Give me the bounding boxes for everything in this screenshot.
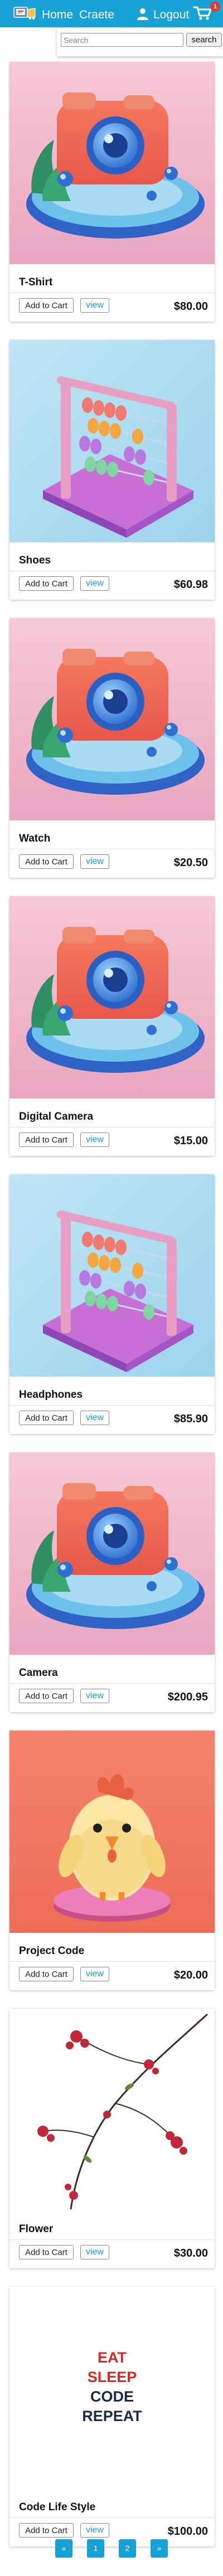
view-button[interactable]: view [80,1411,109,1425]
poster-line-1: EAT [98,2349,127,2366]
product-price: $15.00 [173,1135,208,1147]
nav-logout-link[interactable]: Logout [153,9,189,21]
cart-count-badge: 1 [210,2,220,12]
view-button[interactable]: view [80,2245,109,2259]
camera-illustration [9,1452,215,1655]
product-card: EAT SLEEP CODE REPEAT Code Life Style Ad… [9,2287,215,2546]
product-card: Digital Camera Add to Cart view $15.00 [9,896,215,1156]
add-to-cart-button[interactable]: Add to Cart [19,1133,74,1147]
product-title: Code Life Style [19,2501,96,2513]
add-to-cart-button[interactable]: Add to Cart [19,854,74,869]
product-title: Project Code [19,1945,85,1957]
product-price: $80.00 [173,300,208,313]
camera-illustration [9,896,215,1099]
camera-illustration [9,618,215,820]
view-button[interactable]: view [80,2523,109,2538]
add-to-cart-button[interactable]: Add to Cart [19,298,74,313]
view-button[interactable]: view [80,1689,109,1703]
add-to-cart-button[interactable]: Add to Cart [19,1689,74,1703]
product-price: $30.00 [173,2247,208,2259]
card-divider [9,1683,215,1684]
flower-branch-illustration [9,2009,215,2211]
product-price: $200.95 [167,1691,208,1703]
search-button[interactable]: search [186,33,222,47]
product-price: $100.00 [167,2525,208,2538]
poster-line-2: SLEEP [88,2369,137,2385]
card-divider [9,2517,215,2518]
product-image[interactable]: EAT SLEEP CODE REPEAT [9,2287,215,2489]
add-to-cart-button[interactable]: Add to Cart [19,2523,74,2538]
view-button[interactable]: view [80,854,109,869]
product-image[interactable] [9,2009,215,2211]
eat-sleep-code-repeat-poster: EAT SLEEP CODE REPEAT [9,2287,215,2489]
view-button[interactable]: view [80,576,109,591]
product-price: $20.50 [173,857,208,869]
product-title: Shoes [19,555,51,566]
pagination-page-1[interactable]: 1 [87,2539,104,2558]
nav-create-link[interactable]: Craete [79,9,114,21]
product-price: $85.90 [173,1413,208,1425]
navbar: Home Craete Logout 1 [0,0,223,27]
view-button[interactable]: view [80,1967,109,1981]
product-title: Flower [19,2223,54,2235]
product-title: Watch [19,833,51,844]
shop-logo[interactable] [13,4,37,21]
abacus-illustration [9,1174,215,1377]
add-to-cart-button[interactable]: Add to Cart [19,2245,74,2259]
card-divider [9,1405,215,1406]
pagination-page-2[interactable]: 2 [119,2539,136,2558]
poster-line-3: CODE [90,2388,134,2405]
search-panel: search [57,28,223,56]
pagination-prev-button[interactable]: « [55,2539,72,2558]
product-image[interactable] [9,62,215,264]
add-to-cart-button[interactable]: Add to Cart [19,1411,74,1425]
product-card: Shoes Add to Cart view $60.98 [9,340,215,600]
product-price: $60.98 [173,579,208,591]
product-image[interactable] [9,1452,215,1655]
product-image[interactable] [9,618,215,820]
card-divider [9,1961,215,1962]
poster-line-4: REPEAT [82,2408,142,2424]
product-card: Flower Add to Cart view $30.00 [9,2009,215,2268]
pagination-next-button[interactable]: » [151,2539,168,2558]
product-card: Watch Add to Cart view $20.50 [9,618,215,878]
nav-home-link[interactable]: Home [42,9,73,21]
product-image[interactable] [9,1174,215,1377]
product-price: $20.00 [173,1969,208,1981]
user-icon [137,8,148,20]
product-image[interactable] [9,1731,215,1933]
abacus-illustration [9,340,215,542]
camera-illustration [9,62,215,264]
product-title: Digital Camera [19,1111,94,1122]
product-title: Camera [19,1667,58,1679]
product-title: Headphones [19,1389,83,1401]
search-input[interactable] [61,33,183,47]
product-card: Project Code Add to Cart view $20.00 [9,1731,215,1990]
product-image[interactable] [9,340,215,542]
view-button[interactable]: view [80,1133,109,1147]
product-card: Camera Add to Cart view $200.95 [9,1452,215,1712]
add-to-cart-button[interactable]: Add to Cart [19,576,74,591]
add-to-cart-button[interactable]: Add to Cart [19,1967,74,1981]
product-title: T-Shirt [19,276,53,288]
chick-illustration [9,1731,215,1933]
product-image[interactable] [9,896,215,1099]
product-card: T-Shirt Add to Cart view $80.00 [9,62,215,322]
card-divider [9,2239,215,2240]
view-button[interactable]: view [80,298,109,313]
product-card: Headphones Add to Cart view $85.90 [9,1174,215,1434]
